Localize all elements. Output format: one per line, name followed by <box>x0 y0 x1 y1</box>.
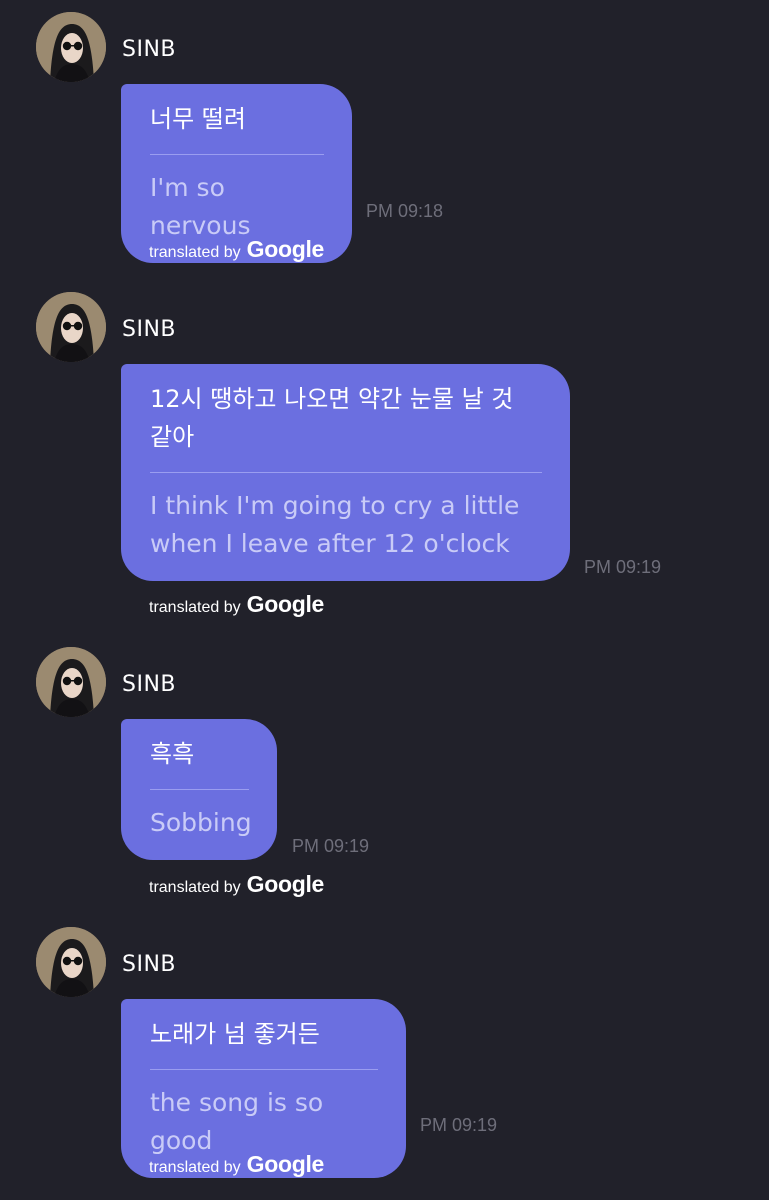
divider <box>150 154 324 155</box>
translation-credit: translated by Google <box>149 871 324 898</box>
sender-name: SINB <box>122 672 177 697</box>
timestamp: PM 09:19 <box>584 557 662 577</box>
timestamp: PM 09:19 <box>292 836 370 856</box>
avatar-image-icon <box>36 12 106 82</box>
chat-message: SINB 흑흑 Sobbing PM 09:19 translated by G… <box>0 635 769 914</box>
translation-credit: translated by Google <box>149 591 324 618</box>
avatar[interactable] <box>36 927 106 997</box>
google-logo: Google <box>246 236 325 262</box>
message-bubble[interactable]: 흑흑 Sobbing <box>121 719 277 860</box>
sender-name: SINB <box>122 37 177 62</box>
divider <box>150 1069 378 1070</box>
google-logo: Google <box>246 1151 325 1177</box>
original-text: 노래가 넘 좋거든 <box>150 1020 320 1048</box>
chat-message: SINB 너무 떨려 I'm so nervous PM 09:18 trans… <box>0 0 769 279</box>
chat-message: SINB 노래가 넘 좋거든 the song is so good PM 09… <box>0 915 769 1194</box>
original-text: 너무 떨려 <box>150 105 246 133</box>
avatar-image-icon <box>36 647 106 717</box>
timestamp: PM 09:19 <box>420 1115 498 1135</box>
translated-text: I think I'm going to cry a little when I… <box>150 491 520 558</box>
translated-text: the song is so good <box>150 1088 324 1155</box>
avatar[interactable] <box>36 647 106 717</box>
translation-credit: translated by Google <box>149 236 324 263</box>
avatar-image-icon <box>36 292 106 362</box>
credit-prefix: translated by <box>149 1159 241 1176</box>
credit-prefix: translated by <box>149 879 241 896</box>
avatar[interactable] <box>36 12 106 82</box>
translated-text: I'm so nervous <box>150 173 251 240</box>
divider <box>150 472 542 473</box>
google-logo: Google <box>246 871 325 897</box>
translated-text: Sobbing <box>150 808 252 837</box>
timestamp: PM 09:18 <box>366 201 444 221</box>
credit-prefix: translated by <box>149 599 241 616</box>
sender-name: SINB <box>122 317 177 342</box>
google-logo: Google <box>246 591 325 617</box>
avatar[interactable] <box>36 292 106 362</box>
original-text: 12시 땡하고 나오면 약간 눈물 날 것 같아 <box>150 385 514 451</box>
credit-prefix: translated by <box>149 244 241 261</box>
divider <box>150 789 249 790</box>
avatar-image-icon <box>36 927 106 997</box>
translation-credit: translated by Google <box>149 1151 324 1178</box>
chat-message: SINB 12시 땡하고 나오면 약간 눈물 날 것 같아 I think I'… <box>0 280 769 617</box>
sender-name: SINB <box>122 952 177 977</box>
message-bubble[interactable]: 12시 땡하고 나오면 약간 눈물 날 것 같아 I think I'm goi… <box>121 364 570 581</box>
original-text: 흑흑 <box>150 740 195 768</box>
